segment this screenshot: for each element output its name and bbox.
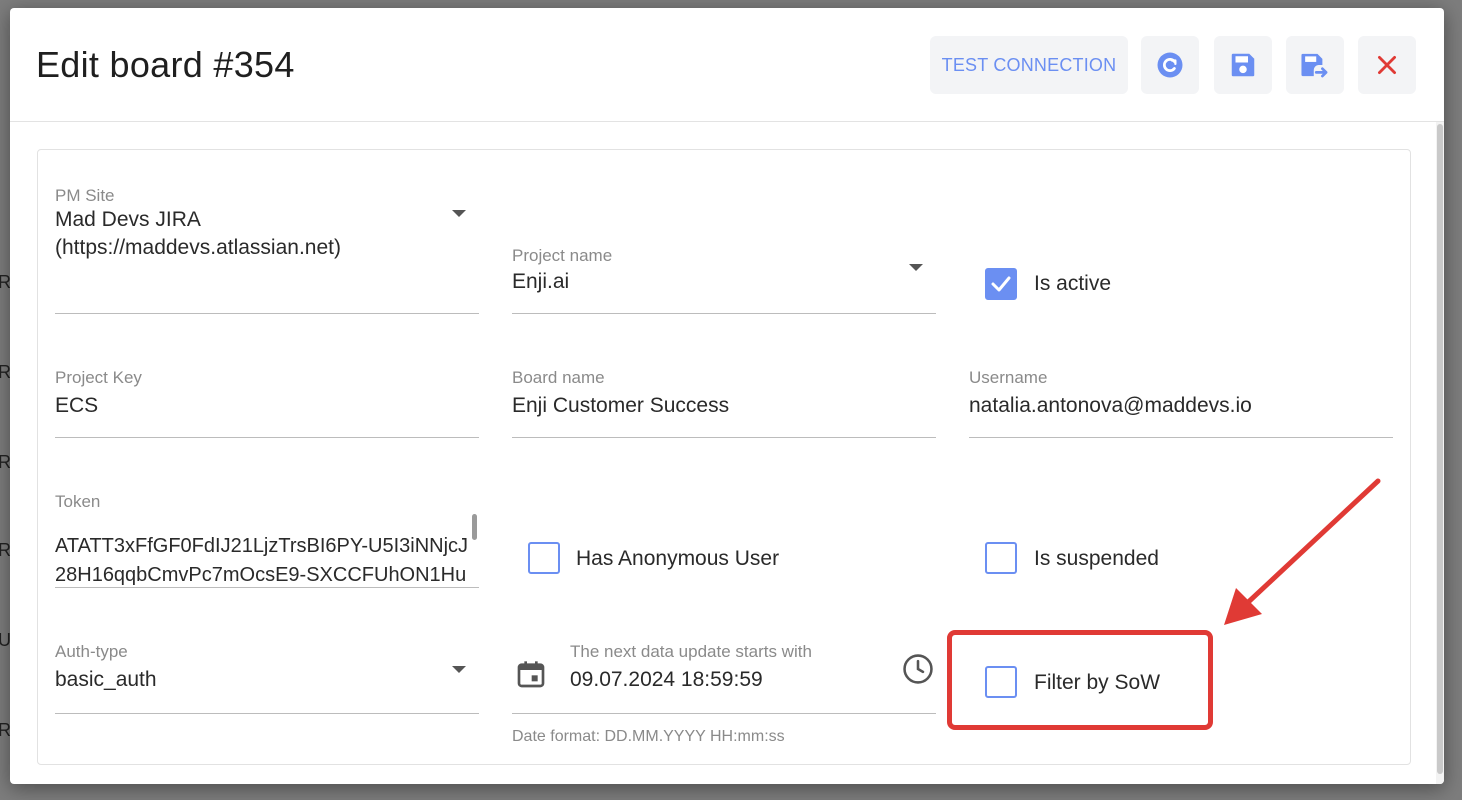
arrow-annotation-icon (1224, 478, 1381, 625)
